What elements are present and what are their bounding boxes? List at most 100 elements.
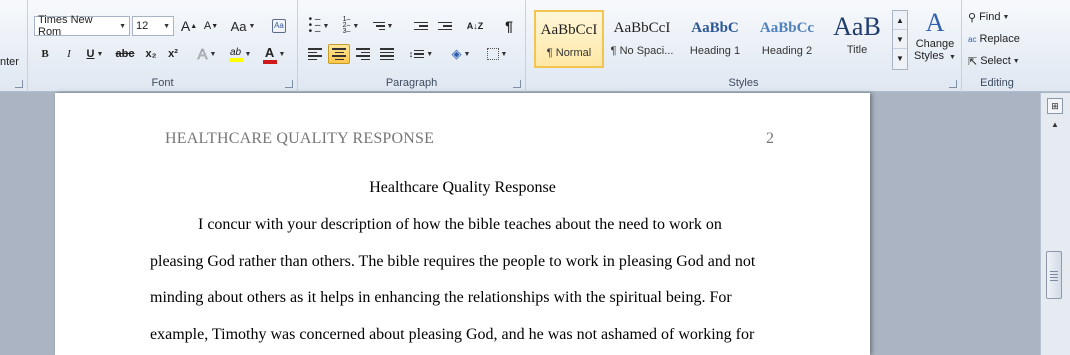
body-line[interactable]: pleasing God rather than others. The bib… (150, 253, 755, 271)
clear-formatting-button[interactable]: Aa (268, 16, 290, 36)
paint-bucket-icon: ◈ (451, 46, 462, 61)
font-launcher-icon[interactable] (285, 80, 293, 88)
font-group: Times New Rom ▼ 12 ▼ A ▲ A ▼ Aa ▼ Aa B I U ▼… (28, 0, 298, 92)
underline-button[interactable]: U ▼ (82, 44, 108, 64)
borders-button[interactable]: ▼ (482, 44, 512, 64)
clipboard-launcher-icon[interactable] (15, 80, 23, 88)
show-formatting-marks-button[interactable]: ¶ (498, 16, 520, 36)
style-name: ¶ Normal (546, 47, 592, 59)
highlight-icon: ab (228, 47, 243, 62)
body-line[interactable]: minding about others as it helps in enha… (150, 289, 732, 307)
find-button[interactable]: ⚲ Find ▼ (968, 8, 1032, 26)
clipboard-group: nter (0, 0, 28, 92)
grow-font-icon: A (180, 18, 191, 34)
editing-group: ⚲ Find ▼ ac Replace ⇱ Select ▼ Editing (962, 0, 1032, 92)
font-color-icon: A (262, 45, 277, 64)
scroll-thumb[interactable] (1046, 251, 1062, 299)
align-center-icon (332, 48, 346, 60)
line-spacing-button[interactable]: ↕ ▼ (406, 44, 436, 64)
style-heading-1[interactable]: AaBbC Heading 1 (680, 10, 750, 68)
gallery-up-icon[interactable]: ▲ (893, 11, 907, 30)
select-button[interactable]: ⇱ Select ▼ (968, 52, 1032, 70)
style-title[interactable]: AaB Title (822, 10, 892, 68)
vertical-scrollbar[interactable]: ⊞ ▲ (1040, 93, 1070, 355)
shrink-font-icon: A (203, 20, 212, 32)
align-left-icon (308, 48, 322, 60)
replace-button[interactable]: ac Replace (968, 30, 1032, 48)
align-left-button[interactable] (304, 44, 326, 64)
font-group-label: Font (151, 77, 174, 89)
justify-icon (380, 48, 394, 60)
change-styles-label-2: Styles ▼ (914, 50, 956, 62)
cursor-icon: ⇱ (968, 55, 978, 68)
running-header[interactable]: HEALTHCARE QUALITY RESPONSE (165, 130, 434, 148)
style-no-spacing[interactable]: AaBbCcI ¶ No Spaci... (607, 10, 677, 68)
superscript-button[interactable]: x² (162, 44, 184, 64)
paragraph-launcher-icon[interactable] (513, 80, 521, 88)
style-heading-2[interactable]: AaBbCc Heading 2 (752, 10, 822, 68)
numbering-icon: 1‒ 2‒ 3‒ (342, 16, 351, 35)
replace-icon: ac (968, 34, 977, 44)
highlight-button[interactable]: ab ▼ (224, 44, 256, 64)
bullets-button[interactable]: • ‒ • ‒ • ‒ ▼ (304, 14, 334, 37)
shrink-font-button[interactable]: A ▼ (200, 16, 222, 36)
replace-label: Replace (979, 33, 1020, 45)
style-preview: AaBbCc (759, 20, 815, 36)
font-color-button[interactable]: A ▼ (260, 44, 288, 64)
subscript-button[interactable]: x₂ (140, 44, 162, 64)
font-size-combo[interactable]: 12 ▼ (132, 16, 174, 36)
style-name: Title (846, 44, 868, 56)
styles-gallery: AaBbCcI ¶ Normal AaBbCcI ¶ No Spaci... A… (532, 10, 892, 68)
view-ruler-icon[interactable]: ⊞ (1047, 98, 1063, 114)
style-preview: AaBbC (691, 20, 739, 36)
increase-indent-icon (438, 21, 452, 31)
chevron-down-icon[interactable]: ▼ (119, 23, 126, 30)
change-case-button[interactable]: Aa ▼ (230, 16, 256, 36)
document-area: HEALTHCARE QUALITY RESPONSE 2 Healthcare… (0, 93, 1040, 355)
numbering-button[interactable]: 1‒ 2‒ 3‒ ▼ (336, 16, 366, 36)
strikethrough-icon: abc (115, 48, 135, 60)
change-styles-button[interactable]: A Change Styles ▼ (910, 8, 960, 74)
style-normal[interactable]: AaBbCcI ¶ Normal (534, 10, 604, 68)
gallery-down-icon[interactable]: ▼ (893, 30, 907, 49)
text-effects-button[interactable]: A ▼ (194, 44, 220, 64)
binoculars-icon: ⚲ (968, 11, 977, 24)
select-label: Select (980, 55, 1011, 67)
decrease-indent-icon (414, 21, 428, 31)
font-size-value: 12 (136, 20, 149, 32)
header-page-number[interactable]: 2 (766, 130, 774, 148)
text-effects-icon: A (197, 45, 208, 63)
chevron-down-icon[interactable]: ▼ (163, 23, 170, 30)
bold-button[interactable]: B (34, 44, 56, 64)
borders-icon (486, 48, 499, 60)
document-title[interactable]: Healthcare Quality Response (55, 179, 870, 197)
grow-font-button[interactable]: A ▲ (178, 16, 200, 36)
clipboard-partial-label[interactable]: nter (0, 56, 19, 68)
style-name: Heading 2 (761, 45, 813, 57)
align-right-icon (356, 48, 370, 60)
body-line[interactable]: example, Timothy was concerned about ple… (150, 326, 754, 344)
style-preview: AaBbCcI (613, 20, 671, 36)
scroll-up-icon[interactable]: ▲ (1047, 120, 1063, 134)
align-right-button[interactable] (352, 44, 374, 64)
body-line[interactable]: I concur with your description of how th… (198, 216, 722, 234)
style-name: Heading 1 (689, 45, 741, 57)
italic-button[interactable]: I (58, 44, 80, 64)
strikethrough-button[interactable]: abc (112, 44, 138, 64)
shading-button[interactable]: ◈ ▼ (446, 44, 476, 64)
multilevel-list-button[interactable]: ▼ (368, 16, 398, 36)
bullets-icon: • ‒ • ‒ • ‒ (308, 14, 321, 37)
gallery-more-icon[interactable]: ▼ (893, 49, 907, 68)
decrease-indent-button[interactable] (410, 16, 432, 36)
justify-button[interactable] (376, 44, 398, 64)
increase-indent-button[interactable] (434, 16, 456, 36)
document-page[interactable]: HEALTHCARE QUALITY RESPONSE 2 Healthcare… (55, 93, 870, 355)
change-styles-label: Change (915, 38, 955, 50)
styles-gallery-scroll: ▲ ▼ ▼ (892, 10, 908, 70)
paragraph-group: • ‒ • ‒ • ‒ ▼ 1‒ 2‒ 3‒ ▼ ▼ A↓Z ¶ ↕ ▼ ◈ ▼… (298, 0, 526, 92)
align-center-button[interactable] (328, 44, 350, 64)
sort-button[interactable]: A↓Z (464, 16, 486, 36)
styles-launcher-icon[interactable] (949, 80, 957, 88)
font-name-combo[interactable]: Times New Rom ▼ (34, 14, 130, 38)
ribbon: nter Times New Rom ▼ 12 ▼ A ▲ A ▼ Aa ▼ Aa B… (0, 0, 1070, 92)
